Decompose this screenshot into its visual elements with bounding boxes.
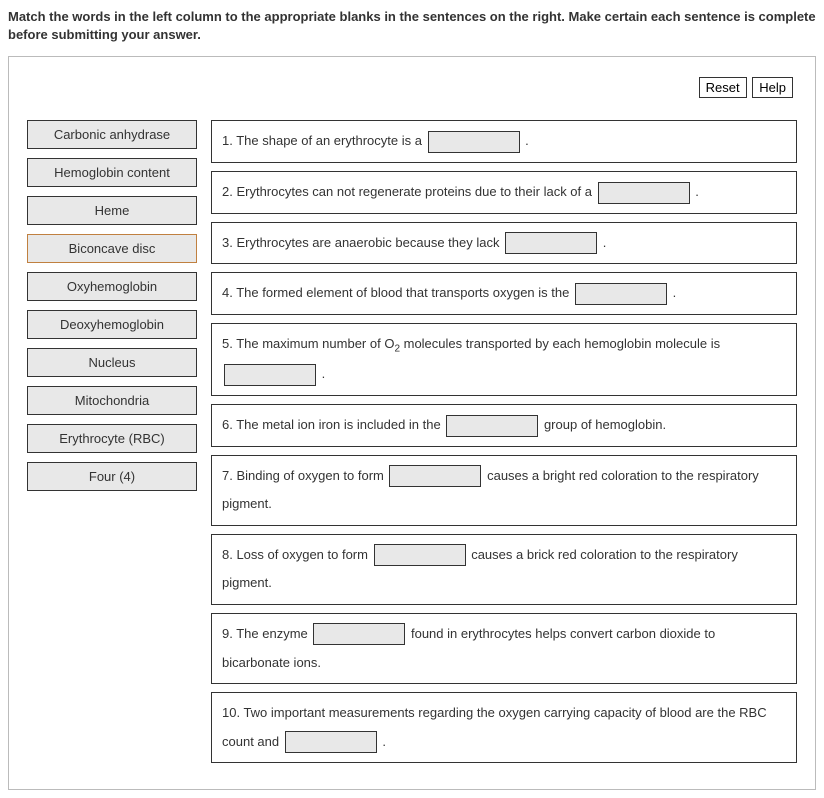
term-mitochondria[interactable]: Mitochondria [27, 386, 197, 415]
terms-column: Carbonic anhydrase Hemoglobin content He… [27, 120, 197, 771]
term-nucleus[interactable]: Nucleus [27, 348, 197, 377]
blank-9[interactable] [313, 623, 405, 645]
sentence-5-text-a: 5. The maximum number of O [222, 336, 394, 351]
sentence-2: 2. Erythrocytes can not regenerate prote… [211, 171, 797, 214]
help-button[interactable]: Help [752, 77, 793, 98]
instructions-text: Match the words in the left column to th… [8, 8, 816, 44]
sentence-3-text-b: . [599, 235, 606, 250]
sentence-6: 6. The metal ion iron is included in the… [211, 404, 797, 447]
term-carbonic-anhydrase[interactable]: Carbonic anhydrase [27, 120, 197, 149]
top-buttons: Reset Help [27, 75, 797, 98]
sentence-3: 3. Erythrocytes are anaerobic because th… [211, 222, 797, 265]
term-biconcave-disc[interactable]: Biconcave disc [27, 234, 197, 263]
blank-3[interactable] [505, 232, 597, 254]
sentence-9-text-a: 9. The enzyme [222, 626, 311, 641]
blank-4[interactable] [575, 283, 667, 305]
sentence-3-text-a: 3. Erythrocytes are anaerobic because th… [222, 235, 503, 250]
sentence-1-text-b: . [522, 133, 529, 148]
sentence-1: 1. The shape of an erythrocyte is a . [211, 120, 797, 163]
term-deoxyhemoglobin[interactable]: Deoxyhemoglobin [27, 310, 197, 339]
sentence-8-text-a: 8. Loss of oxygen to form [222, 547, 372, 562]
sentence-7-text-a: 7. Binding of oxygen to form [222, 468, 387, 483]
sentences-column: 1. The shape of an erythrocyte is a . 2.… [211, 120, 797, 771]
term-hemoglobin-content[interactable]: Hemoglobin content [27, 158, 197, 187]
blank-8[interactable] [374, 544, 466, 566]
term-oxyhemoglobin[interactable]: Oxyhemoglobin [27, 272, 197, 301]
sentence-9: 9. The enzyme found in erythrocytes help… [211, 613, 797, 684]
reset-button[interactable]: Reset [699, 77, 747, 98]
sentence-10-text-b: . [379, 734, 386, 749]
sentence-7: 7. Binding of oxygen to form causes a br… [211, 455, 797, 526]
blank-2[interactable] [598, 182, 690, 204]
term-heme[interactable]: Heme [27, 196, 197, 225]
sentence-4: 4. The formed element of blood that tran… [211, 272, 797, 315]
sentence-1-text-a: 1. The shape of an erythrocyte is a [222, 133, 426, 148]
blank-5[interactable] [224, 364, 316, 386]
sentence-2-text-b: . [692, 184, 699, 199]
blank-6[interactable] [446, 415, 538, 437]
blank-1[interactable] [428, 131, 520, 153]
sentence-2-text-a: 2. Erythrocytes can not regenerate prote… [222, 184, 596, 199]
sentence-6-text-b: group of hemoglobin. [540, 417, 666, 432]
term-erythrocyte-rbc[interactable]: Erythrocyte (RBC) [27, 424, 197, 453]
sentence-6-text-a: 6. The metal ion iron is included in the [222, 417, 444, 432]
blank-7[interactable] [389, 465, 481, 487]
sentence-8: 8. Loss of oxygen to form causes a brick… [211, 534, 797, 605]
term-four-4[interactable]: Four (4) [27, 462, 197, 491]
sentence-5-text-c: . [318, 366, 325, 381]
blank-10[interactable] [285, 731, 377, 753]
exercise-container: Reset Help Carbonic anhydrase Hemoglobin… [8, 56, 816, 790]
sentence-4-text-b: . [669, 285, 676, 300]
sentence-5-text-b: molecules transported by each hemoglobin… [400, 336, 720, 351]
sentence-4-text-a: 4. The formed element of blood that tran… [222, 285, 573, 300]
sentence-10: 10. Two important measurements regarding… [211, 692, 797, 763]
sentence-5: 5. The maximum number of O2 molecules tr… [211, 323, 797, 396]
main-area: Carbonic anhydrase Hemoglobin content He… [27, 120, 797, 771]
